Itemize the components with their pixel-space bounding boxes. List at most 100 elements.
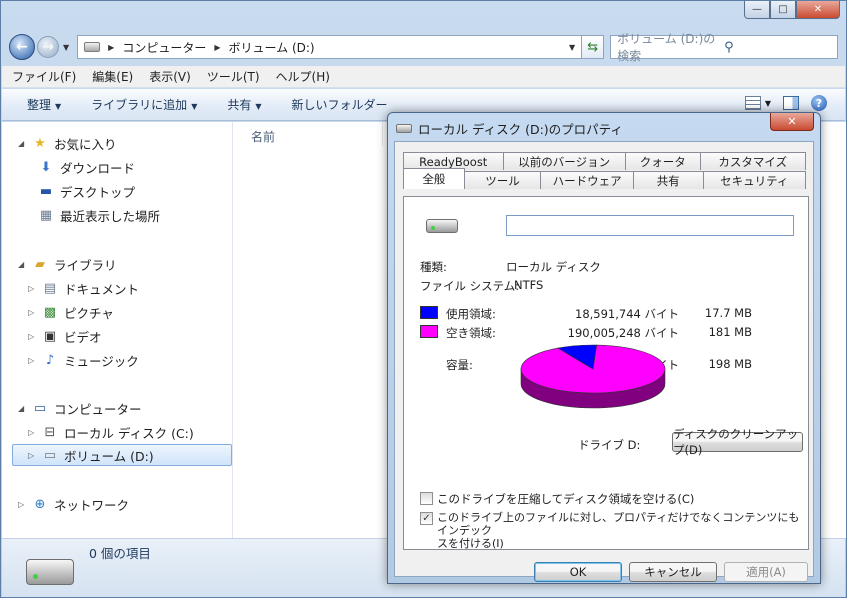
- tab-sharing[interactable]: 共有: [632, 171, 704, 189]
- expand-arrow-icon[interactable]: ▷: [28, 332, 38, 341]
- tree-computer[interactable]: ◢ ▭ コンピューター: [18, 397, 142, 419]
- ok-button[interactable]: OK: [534, 562, 622, 582]
- recent-places-icon: ▦: [39, 207, 53, 223]
- menu-tools[interactable]: ツール(T): [207, 68, 260, 85]
- expand-arrow-icon[interactable]: ▷: [28, 356, 38, 365]
- properties-dialog: ローカル ディスク (D:)のプロパティ ✕ ReadyBoost 以前のバージ…: [387, 112, 821, 584]
- tree-volume-d[interactable]: ▷ ▭ ボリューム (D:): [12, 444, 232, 466]
- free-space-size: 181 MB: [708, 325, 752, 339]
- tab-previous-versions[interactable]: 以前のバージョン: [502, 152, 626, 170]
- breadcrumb-arrow-icon[interactable]: ▶: [214, 43, 220, 52]
- general-tab-panel: 種類: ローカル ディスク ファイル システム: NTFS 使用領域: 18,5…: [403, 196, 809, 550]
- collapse-arrow-icon[interactable]: ◢: [18, 404, 28, 413]
- forward-button[interactable]: →: [37, 36, 59, 58]
- recent-pages-dropdown-icon[interactable]: ▼: [63, 43, 69, 52]
- search-icon[interactable]: ⚲: [724, 40, 831, 55]
- include-library-button[interactable]: ライブラリに追加 ▼: [91, 96, 197, 113]
- menu-bar: ファイル(F) 編集(E) 表示(V) ツール(T) ヘルプ(H): [2, 66, 845, 88]
- breadcrumb-arrow-icon[interactable]: ▶: [108, 43, 114, 52]
- tree-label: ローカル ディスク (C:): [64, 425, 194, 441]
- close-icon: ✕: [787, 115, 797, 128]
- collapse-arrow-icon[interactable]: ◢: [18, 260, 28, 269]
- breadcrumb-computer[interactable]: コンピューター: [122, 39, 206, 56]
- disk-cleanup-button[interactable]: ディスクのクリーンアップ(D): [672, 427, 803, 457]
- menu-view[interactable]: 表示(V): [149, 68, 191, 85]
- tree-recent-places[interactable]: ▦ 最近表示した場所: [38, 204, 160, 226]
- tab-tools[interactable]: ツール: [463, 171, 542, 189]
- used-space-bytes: 18,591,744 バイト: [575, 307, 679, 321]
- minimize-button[interactable]: —: [744, 1, 770, 19]
- type-value: ローカル ディスク: [506, 260, 601, 274]
- network-icon: ⊕: [34, 496, 46, 512]
- collapse-arrow-icon[interactable]: ◢: [18, 139, 28, 148]
- tree-libraries[interactable]: ◢ ▰ ライブラリ: [18, 253, 117, 275]
- used-space-swatch: [420, 306, 438, 319]
- breadcrumb-volume-d[interactable]: ボリューム (D:): [228, 39, 314, 56]
- navigation-bar: ← → ▼ ▶ コンピューター ▶ ボリューム (D:) ▼ ⇆ ボリューム (…: [9, 32, 838, 63]
- expand-arrow-icon[interactable]: ▷: [28, 451, 38, 460]
- address-dropdown-icon[interactable]: ▼: [569, 43, 575, 52]
- checkbox-box[interactable]: ✓: [420, 512, 433, 525]
- tree-label: ミュージック: [64, 353, 139, 369]
- tree-downloads[interactable]: ⬇ ダウンロード: [38, 156, 135, 178]
- expand-arrow-icon[interactable]: ▷: [28, 308, 38, 317]
- refresh-button[interactable]: ⇆: [582, 35, 605, 59]
- tab-customize[interactable]: カスタマイズ: [699, 152, 806, 170]
- volume-label-input[interactable]: [506, 215, 794, 236]
- view-options-icon[interactable]: [744, 96, 761, 110]
- free-space-label: 空き領域:: [446, 326, 496, 340]
- tree-favorites[interactable]: ◢ ★ お気に入り: [18, 132, 117, 154]
- tree-label: コンピューター: [54, 401, 142, 417]
- tab-quota[interactable]: クォータ: [624, 152, 701, 170]
- share-button[interactable]: 共有 ▼: [227, 96, 261, 113]
- close-button[interactable]: ✕: [796, 1, 840, 19]
- menu-help[interactable]: ヘルプ(H): [276, 68, 330, 85]
- tree-documents[interactable]: ▷ ▤ ドキュメント: [28, 277, 139, 299]
- expand-arrow-icon[interactable]: ▷: [28, 428, 38, 437]
- music-icon: ♪: [45, 352, 55, 368]
- tab-security[interactable]: セキュリティ: [702, 171, 806, 189]
- checkbox-box[interactable]: [420, 492, 433, 505]
- tab-row-front: 全般 ツール ハードウェア 共有 セキュリティ: [403, 168, 806, 189]
- view-dropdown-icon[interactable]: ▼: [765, 99, 771, 108]
- menu-edit[interactable]: 編集(E): [92, 68, 133, 85]
- organize-label: 整理: [27, 98, 52, 112]
- dialog-close-button[interactable]: ✕: [770, 113, 814, 131]
- divider: [420, 459, 796, 460]
- chevron-down-icon: ▼: [255, 102, 262, 111]
- tree-label: ドキュメント: [64, 281, 140, 297]
- back-button[interactable]: ←: [9, 34, 35, 60]
- search-placeholder: ボリューム (D:)の検索: [617, 32, 716, 63]
- tree-network[interactable]: ▷ ⊕ ネットワーク: [18, 493, 129, 515]
- tab-hardware[interactable]: ハードウェア: [540, 171, 634, 189]
- help-icon[interactable]: ?: [811, 95, 827, 111]
- search-box[interactable]: ボリューム (D:)の検索 ⚲: [610, 32, 838, 63]
- tree-videos[interactable]: ▷ ▣ ビデオ: [28, 325, 102, 347]
- column-name-header[interactable]: 名前: [251, 128, 275, 145]
- expand-arrow-icon[interactable]: ▷: [18, 500, 28, 509]
- tree-desktop[interactable]: ▬ デスクトップ: [38, 180, 135, 202]
- chevron-down-icon: ▼: [55, 102, 62, 111]
- address-bar[interactable]: ▶ コンピューター ▶ ボリューム (D:) ▼: [77, 35, 583, 59]
- drive-icon: [426, 219, 458, 233]
- compress-drive-checkbox[interactable]: このドライブを圧縮してディスク領域を空ける(C): [420, 491, 694, 507]
- cancel-button[interactable]: キャンセル: [629, 562, 717, 582]
- maximize-button[interactable]: □: [770, 1, 796, 19]
- tab-general[interactable]: 全般: [403, 168, 465, 189]
- preview-pane-icon[interactable]: [783, 96, 799, 110]
- drive-icon: ▭: [43, 447, 57, 463]
- item-count: 0 個の項目: [89, 546, 151, 561]
- dialog-title-bar: ローカル ディスク (D:)のプロパティ: [396, 119, 623, 138]
- document-icon: ▤: [43, 280, 57, 296]
- desktop-icon: ▬: [39, 183, 53, 199]
- tree-pictures[interactable]: ▷ ▩ ピクチャ: [28, 301, 114, 323]
- tree-music[interactable]: ▷ ♪ ミュージック: [28, 349, 139, 371]
- tree-local-disk-c[interactable]: ▷ ⊟ ローカル ディスク (C:): [28, 421, 194, 443]
- capacity-size: 198 MB: [708, 357, 752, 371]
- new-folder-button[interactable]: 新しいフォルダー: [292, 96, 388, 113]
- menu-file[interactable]: ファイル(F): [12, 68, 76, 85]
- organize-button[interactable]: 整理 ▼: [27, 96, 61, 113]
- index-contents-checkbox[interactable]: ✓ このドライブ上のファイルに対し、プロパティだけでなくコンテンツにもインデック…: [420, 511, 808, 550]
- expand-arrow-icon[interactable]: ▷: [28, 284, 38, 293]
- apply-button[interactable]: 適用(A): [724, 562, 808, 582]
